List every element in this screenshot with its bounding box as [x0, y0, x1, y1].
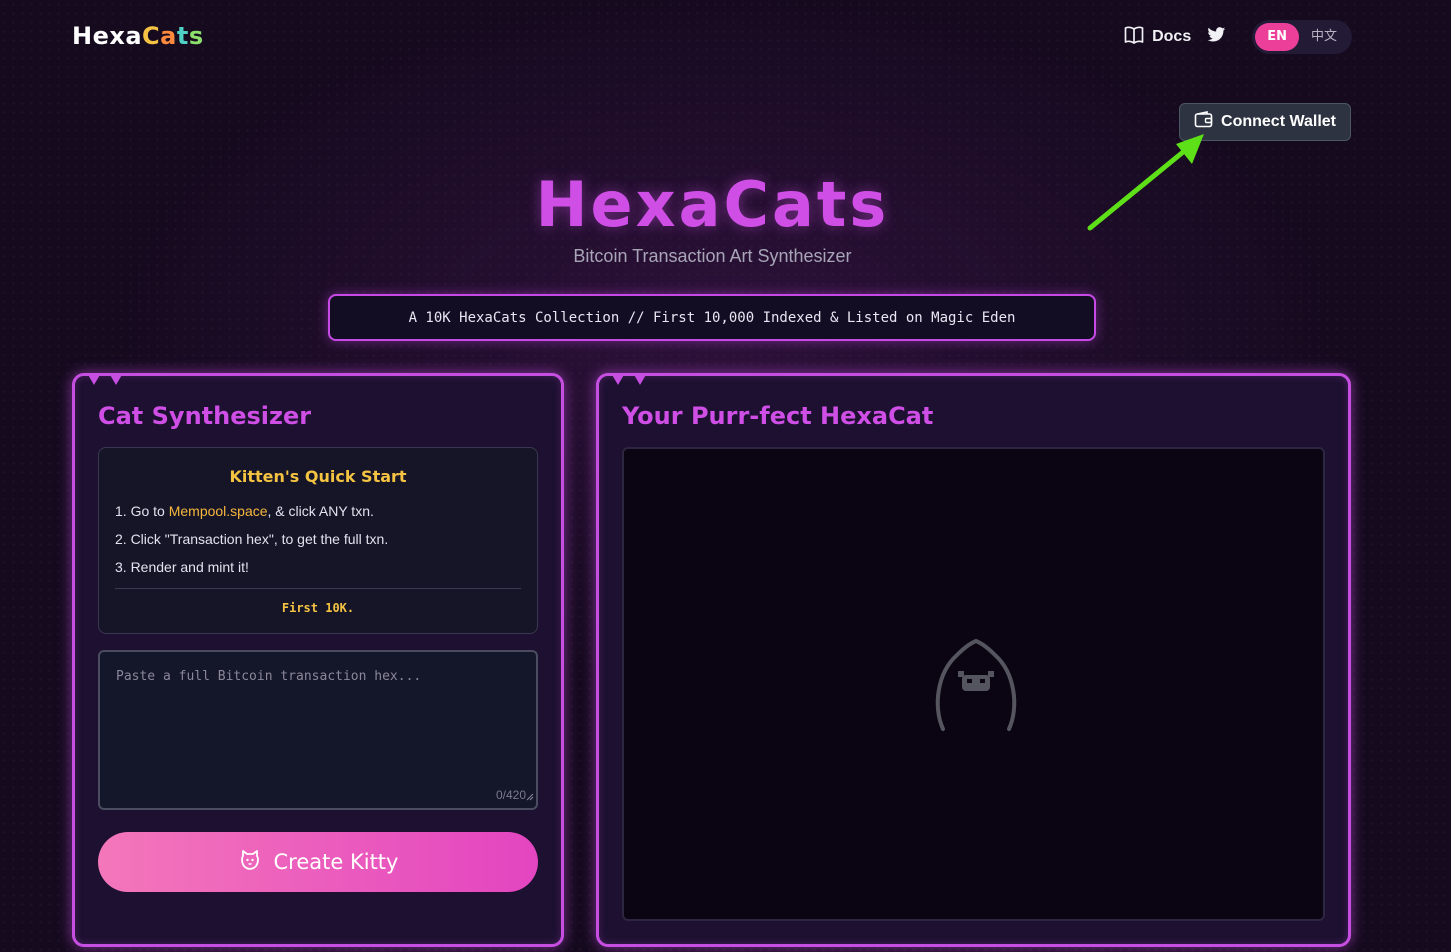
- connect-wallet-label: Connect Wallet: [1221, 113, 1336, 130]
- hero-subtitle: Bitcoin Transaction Art Synthesizer: [573, 246, 852, 266]
- tx-hex-input-box: 0/420: [98, 650, 538, 810]
- docs-link[interactable]: Docs: [1124, 25, 1192, 49]
- quick-start-footer: First 10K.: [281, 601, 355, 615]
- collection-banner: A 10K HexaCats Collection // First 10,00…: [328, 294, 1096, 341]
- char-counter: 0/420: [495, 788, 526, 802]
- panel-notch: [611, 373, 625, 385]
- mempool-link[interactable]: Mempool.space: [169, 503, 268, 519]
- panel-notch: [87, 373, 101, 385]
- hero-title: HexaCats: [535, 168, 890, 241]
- preview-title: Your Purr-fect HexaCat: [622, 402, 934, 430]
- quick-start-title: Kitten's Quick Start: [229, 467, 407, 486]
- synthesizer-title: Cat Synthesizer: [98, 402, 312, 430]
- panel-notch: [109, 373, 123, 385]
- lang-zh-button[interactable]: 中文: [1299, 23, 1349, 51]
- quick-start-step-1: 1. Go to Mempool.space, & click ANY txn.: [115, 503, 374, 519]
- top-nav: Docs EN 中文: [1124, 20, 1352, 54]
- panel-notch: [633, 373, 647, 385]
- create-kitty-button[interactable]: Create Kitty: [98, 832, 538, 892]
- quick-start-step-3: 3. Render and mint it!: [115, 559, 249, 575]
- twitter-icon: [1207, 26, 1226, 48]
- divider: [115, 588, 521, 589]
- create-kitty-label: Create Kitty: [273, 850, 399, 874]
- cat-preview-canvas: [622, 447, 1325, 921]
- quick-start-box: Kitten's Quick Start 1. Go to Mempool.sp…: [98, 447, 538, 634]
- language-switcher: EN 中文: [1252, 20, 1352, 54]
- book-icon: [1124, 25, 1144, 49]
- cat-placeholder-icon: [931, 637, 1021, 738]
- quick-start-step-2: 2. Click "Transaction hex", to get the f…: [115, 531, 389, 547]
- twitter-link[interactable]: [1207, 26, 1226, 48]
- lang-en-button[interactable]: EN: [1255, 23, 1299, 51]
- resize-handle-icon[interactable]: [526, 788, 534, 806]
- hexacats-logo[interactable]: HexaCats: [72, 22, 204, 50]
- sparkle-cat-icon: [238, 848, 262, 877]
- docs-label: Docs: [1152, 28, 1192, 45]
- tx-hex-input[interactable]: [100, 652, 536, 808]
